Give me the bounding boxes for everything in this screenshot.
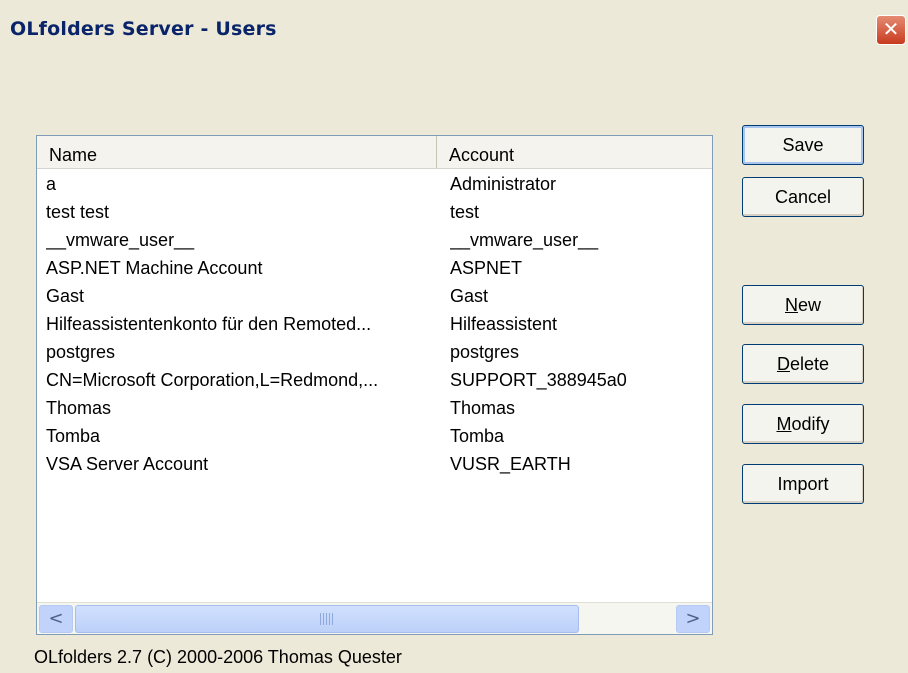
chevron-left-icon: < bbox=[48, 608, 64, 629]
modify-button[interactable]: Modify bbox=[742, 404, 864, 444]
cell-account: postgres bbox=[450, 342, 520, 362]
cell-account: ASPNET bbox=[450, 258, 523, 278]
list-row[interactable]: Tomba Tomba bbox=[37, 422, 712, 450]
import-button[interactable]: Import bbox=[742, 464, 864, 504]
grip-icon bbox=[320, 613, 334, 625]
cell-name: postgres bbox=[46, 342, 116, 362]
list-row[interactable]: ASP.NET Machine Account ASPNET bbox=[37, 254, 712, 282]
cell-account: test bbox=[450, 202, 480, 222]
cell-account: Gast bbox=[450, 286, 489, 306]
new-button[interactable]: New bbox=[742, 285, 864, 325]
delete-button[interactable]: Delete bbox=[742, 344, 864, 384]
list-row[interactable]: __vmware_user__ __vmware_user__ bbox=[37, 226, 712, 254]
cell-name: Hilfeassistentenkonto für den Remoted... bbox=[46, 314, 372, 334]
list-row[interactable]: CN=Microsoft Corporation,L=Redmond,... SU… bbox=[37, 366, 712, 394]
delete-button-label: elete bbox=[789, 354, 830, 374]
cell-account: Hilfeassistent bbox=[450, 314, 558, 334]
list-row[interactable]: Hilfeassistentenkonto für den Remoted...… bbox=[37, 310, 712, 338]
new-button-label: ew bbox=[797, 295, 821, 315]
window-title: OLfolders Server - Users bbox=[10, 18, 277, 40]
close-icon: ✕ bbox=[882, 17, 900, 41]
cell-name: Thomas bbox=[46, 398, 112, 418]
cell-name: Tomba bbox=[46, 426, 101, 446]
cell-account: SUPPORT_388945a0 bbox=[450, 370, 627, 390]
cancel-button[interactable]: Cancel bbox=[742, 177, 864, 217]
list-row[interactable]: VSA Server Account VUSR_EARTH bbox=[37, 450, 712, 478]
column-header-account[interactable]: Account bbox=[437, 136, 712, 168]
list-header: Name Account bbox=[37, 136, 712, 169]
column-header-name[interactable]: Name bbox=[37, 136, 437, 168]
cell-name: Gast bbox=[46, 286, 85, 306]
cell-name: test test bbox=[46, 202, 110, 222]
list-row[interactable]: Gast Gast bbox=[37, 282, 712, 310]
list-row[interactable]: Thomas Thomas bbox=[37, 394, 712, 422]
close-button[interactable]: ✕ bbox=[876, 15, 906, 45]
cell-name: VSA Server Account bbox=[46, 454, 209, 474]
status-text: OLfolders 2.7 (C) 2000-2006 Thomas Quest… bbox=[34, 647, 402, 667]
cell-account: Tomba bbox=[450, 426, 505, 446]
scroll-right-button[interactable]: > bbox=[676, 605, 710, 633]
list-rows: a Administrator test test test __vmware_us… bbox=[37, 170, 712, 478]
list-row[interactable]: postgres postgres bbox=[37, 338, 712, 366]
cell-account: Administrator bbox=[450, 174, 557, 194]
modify-button-accesskey: M bbox=[776, 414, 792, 434]
scroll-left-button[interactable]: < bbox=[39, 605, 73, 633]
cell-name: __vmware_user__ bbox=[46, 230, 195, 250]
scrollbar-thumb[interactable] bbox=[75, 605, 579, 633]
users-list[interactable]: Name Account a Administrator test test tes… bbox=[36, 135, 713, 635]
horizontal-scrollbar[interactable]: < > bbox=[37, 602, 712, 634]
modify-button-label: odify bbox=[791, 414, 830, 434]
title-bar: OLfolders Server - Users ✕ bbox=[0, 0, 908, 62]
list-row[interactable]: test test test bbox=[37, 198, 712, 226]
cell-account: __vmware_user__ bbox=[450, 230, 599, 250]
cell-name: ASP.NET Machine Account bbox=[46, 258, 263, 278]
list-row[interactable]: a Administrator bbox=[37, 170, 712, 198]
cell-name: CN=Microsoft Corporation,L=Redmond,... bbox=[46, 370, 379, 390]
cell-account: Thomas bbox=[450, 398, 516, 418]
chevron-right-icon: > bbox=[685, 608, 701, 629]
cell-name: a bbox=[46, 174, 57, 194]
cell-account: VUSR_EARTH bbox=[450, 454, 571, 474]
new-button-accesskey: N bbox=[784, 295, 798, 315]
save-button[interactable]: Save bbox=[742, 125, 864, 165]
delete-button-accesskey: D bbox=[776, 354, 790, 374]
